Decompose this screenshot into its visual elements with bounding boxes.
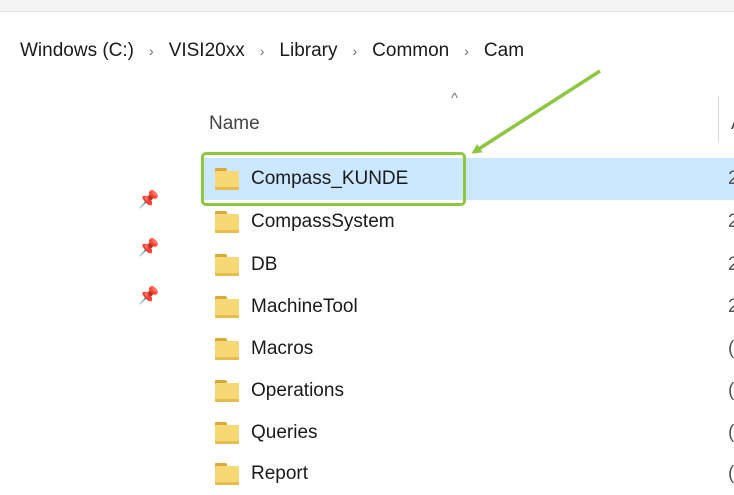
annotation-arrow-icon <box>471 69 601 154</box>
